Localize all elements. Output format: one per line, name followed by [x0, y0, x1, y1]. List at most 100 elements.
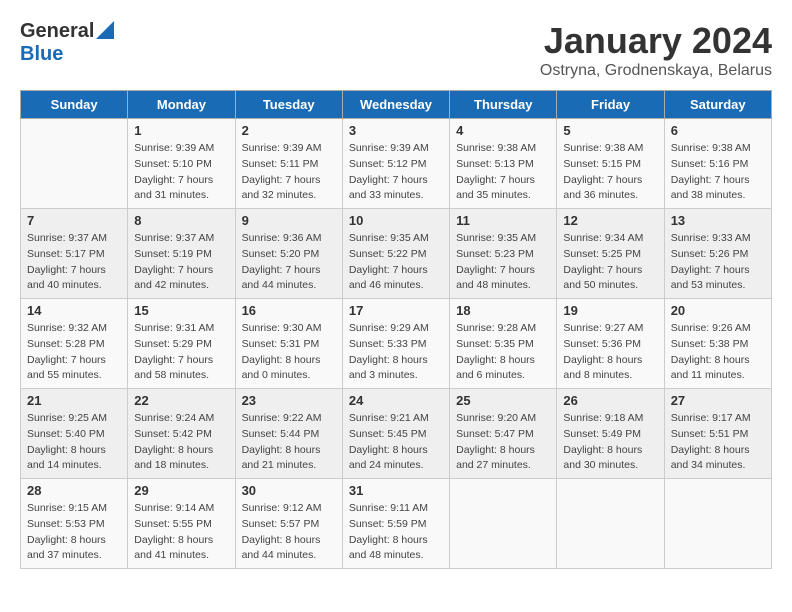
day-number: 25 — [456, 393, 550, 408]
calendar-cell: 3 Sunrise: 9:39 AMSunset: 5:12 PMDaylight… — [342, 119, 449, 209]
header-cell-sunday: Sunday — [21, 91, 128, 119]
header-row: SundayMondayTuesdayWednesdayThursdayFrid… — [21, 91, 772, 119]
calendar-cell: 28 Sunrise: 9:15 AMSunset: 5:53 PMDayligh… — [21, 479, 128, 569]
day-info: Sunrise: 9:12 AMSunset: 5:57 PMDaylight:… — [242, 501, 336, 564]
calendar-cell: 16 Sunrise: 9:30 AMSunset: 5:31 PMDayligh… — [235, 299, 342, 389]
day-number: 21 — [27, 393, 121, 408]
day-number: 7 — [27, 213, 121, 228]
day-number: 29 — [134, 483, 228, 498]
calendar-cell: 30 Sunrise: 9:12 AMSunset: 5:57 PMDayligh… — [235, 479, 342, 569]
month-title: January 2024 — [540, 20, 772, 62]
day-info: Sunrise: 9:34 AMSunset: 5:25 PMDaylight:… — [563, 231, 657, 294]
day-number: 20 — [671, 303, 765, 318]
day-number: 19 — [563, 303, 657, 318]
day-number: 11 — [456, 213, 550, 228]
calendar-cell — [21, 119, 128, 209]
calendar-cell: 11 Sunrise: 9:35 AMSunset: 5:23 PMDayligh… — [450, 209, 557, 299]
calendar-cell: 24 Sunrise: 9:21 AMSunset: 5:45 PMDayligh… — [342, 389, 449, 479]
calendar-cell: 7 Sunrise: 9:37 AMSunset: 5:17 PMDaylight… — [21, 209, 128, 299]
day-number: 15 — [134, 303, 228, 318]
day-number: 23 — [242, 393, 336, 408]
logo: General Blue — [20, 20, 114, 66]
calendar-cell — [450, 479, 557, 569]
day-info: Sunrise: 9:26 AMSunset: 5:38 PMDaylight:… — [671, 321, 765, 384]
day-info: Sunrise: 9:20 AMSunset: 5:47 PMDaylight:… — [456, 411, 550, 474]
calendar-cell: 8 Sunrise: 9:37 AMSunset: 5:19 PMDaylight… — [128, 209, 235, 299]
calendar-cell: 9 Sunrise: 9:36 AMSunset: 5:20 PMDaylight… — [235, 209, 342, 299]
day-number: 24 — [349, 393, 443, 408]
header-cell-tuesday: Tuesday — [235, 91, 342, 119]
calendar-cell: 15Sunrise: 9:31 AMSunset: 5:29 PMDayligh… — [128, 299, 235, 389]
calendar-cell: 4Sunrise: 9:38 AMSunset: 5:13 PMDaylight… — [450, 119, 557, 209]
day-number: 27 — [671, 393, 765, 408]
day-number: 14 — [27, 303, 121, 318]
day-info: Sunrise: 9:39 AMSunset: 5:12 PMDaylight:… — [349, 141, 443, 204]
logo-icon — [96, 21, 114, 39]
day-number: 18 — [456, 303, 550, 318]
day-number: 8 — [134, 213, 228, 228]
day-number: 16 — [242, 303, 336, 318]
day-info: Sunrise: 9:15 AMSunset: 5:53 PMDaylight:… — [27, 501, 121, 564]
day-info: Sunrise: 9:18 AMSunset: 5:49 PMDaylight:… — [563, 411, 657, 474]
calendar-cell: 22Sunrise: 9:24 AMSunset: 5:42 PMDayligh… — [128, 389, 235, 479]
day-number: 17 — [349, 303, 443, 318]
header-cell-wednesday: Wednesday — [342, 91, 449, 119]
day-info: Sunrise: 9:11 AMSunset: 5:59 PMDaylight:… — [349, 501, 443, 564]
week-row-5: 28 Sunrise: 9:15 AMSunset: 5:53 PMDayligh… — [21, 479, 772, 569]
header-cell-saturday: Saturday — [664, 91, 771, 119]
subtitle: Ostryna, Grodnenskaya, Belarus — [540, 62, 772, 80]
calendar-cell: 21 Sunrise: 9:25 AMSunset: 5:40 PMDayligh… — [21, 389, 128, 479]
day-number: 3 — [349, 123, 443, 138]
week-row-1: 1Sunrise: 9:39 AMSunset: 5:10 PMDaylight… — [21, 119, 772, 209]
calendar-cell: 31 Sunrise: 9:11 AMSunset: 5:59 PMDayligh… — [342, 479, 449, 569]
day-info: Sunrise: 9:14 AMSunset: 5:55 PMDaylight:… — [134, 501, 228, 564]
calendar-cell: 1Sunrise: 9:39 AMSunset: 5:10 PMDaylight… — [128, 119, 235, 209]
calendar-cell: 20 Sunrise: 9:26 AMSunset: 5:38 PMDayligh… — [664, 299, 771, 389]
calendar-cell: 18 Sunrise: 9:28 AMSunset: 5:35 PMDayligh… — [450, 299, 557, 389]
day-number: 10 — [349, 213, 443, 228]
day-number: 28 — [27, 483, 121, 498]
day-number: 9 — [242, 213, 336, 228]
day-number: 31 — [349, 483, 443, 498]
calendar-cell: 17 Sunrise: 9:29 AMSunset: 5:33 PMDayligh… — [342, 299, 449, 389]
day-info: Sunrise: 9:32 AMSunset: 5:28 PMDaylight:… — [27, 321, 121, 384]
day-info: Sunrise: 9:25 AMSunset: 5:40 PMDaylight:… — [27, 411, 121, 474]
week-row-3: 14 Sunrise: 9:32 AMSunset: 5:28 PMDayligh… — [21, 299, 772, 389]
day-number: 2 — [242, 123, 336, 138]
day-number: 1 — [134, 123, 228, 138]
day-info: Sunrise: 9:36 AMSunset: 5:20 PMDaylight:… — [242, 231, 336, 294]
day-info: Sunrise: 9:37 AMSunset: 5:17 PMDaylight:… — [27, 231, 121, 294]
calendar-header: SundayMondayTuesdayWednesdayThursdayFrid… — [21, 91, 772, 119]
day-info: Sunrise: 9:24 AMSunset: 5:42 PMDaylight:… — [134, 411, 228, 474]
header-cell-friday: Friday — [557, 91, 664, 119]
calendar-cell — [557, 479, 664, 569]
day-info: Sunrise: 9:35 AMSunset: 5:22 PMDaylight:… — [349, 231, 443, 294]
day-number: 4 — [456, 123, 550, 138]
logo-blue: Blue — [20, 43, 63, 66]
day-info: Sunrise: 9:21 AMSunset: 5:45 PMDaylight:… — [349, 411, 443, 474]
calendar-cell: 5Sunrise: 9:38 AMSunset: 5:15 PMDaylight… — [557, 119, 664, 209]
day-number: 30 — [242, 483, 336, 498]
day-number: 13 — [671, 213, 765, 228]
header-cell-thursday: Thursday — [450, 91, 557, 119]
calendar-cell: 25 Sunrise: 9:20 AMSunset: 5:47 PMDayligh… — [450, 389, 557, 479]
calendar-table: SundayMondayTuesdayWednesdayThursdayFrid… — [20, 90, 772, 569]
day-number: 26 — [563, 393, 657, 408]
day-info: Sunrise: 9:37 AMSunset: 5:19 PMDaylight:… — [134, 231, 228, 294]
day-info: Sunrise: 9:17 AMSunset: 5:51 PMDaylight:… — [671, 411, 765, 474]
day-info: Sunrise: 9:35 AMSunset: 5:23 PMDaylight:… — [456, 231, 550, 294]
day-info: Sunrise: 9:30 AMSunset: 5:31 PMDaylight:… — [242, 321, 336, 384]
day-info: Sunrise: 9:28 AMSunset: 5:35 PMDaylight:… — [456, 321, 550, 384]
day-info: Sunrise: 9:29 AMSunset: 5:33 PMDaylight:… — [349, 321, 443, 384]
calendar-cell: 23 Sunrise: 9:22 AMSunset: 5:44 PMDayligh… — [235, 389, 342, 479]
calendar-cell: 29 Sunrise: 9:14 AMSunset: 5:55 PMDayligh… — [128, 479, 235, 569]
calendar-cell: 13Sunrise: 9:33 AMSunset: 5:26 PMDayligh… — [664, 209, 771, 299]
calendar-cell: 10 Sunrise: 9:35 AMSunset: 5:22 PMDayligh… — [342, 209, 449, 299]
header-cell-monday: Monday — [128, 91, 235, 119]
week-row-4: 21 Sunrise: 9:25 AMSunset: 5:40 PMDayligh… — [21, 389, 772, 479]
day-info: Sunrise: 9:22 AMSunset: 5:44 PMDaylight:… — [242, 411, 336, 474]
calendar-cell: 6Sunrise: 9:38 AMSunset: 5:16 PMDaylight… — [664, 119, 771, 209]
day-number: 6 — [671, 123, 765, 138]
calendar-cell: 27 Sunrise: 9:17 AMSunset: 5:51 PMDayligh… — [664, 389, 771, 479]
day-number: 5 — [563, 123, 657, 138]
